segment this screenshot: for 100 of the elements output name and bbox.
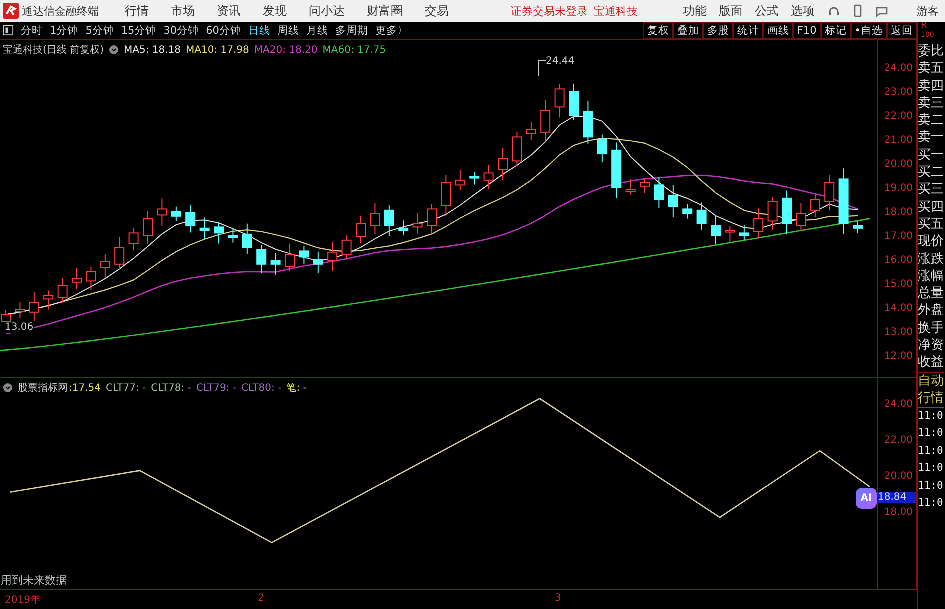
price-axis-label: 22.00 bbox=[884, 111, 913, 122]
price-axis-label: 12.00 bbox=[884, 351, 913, 362]
quote-label: 卖四 bbox=[918, 78, 944, 95]
leader-line bbox=[538, 60, 546, 76]
quote-label: 委比 bbox=[918, 43, 944, 60]
indicator-legend-value: CLT79: - bbox=[196, 382, 237, 394]
price-axis-label: 15.00 bbox=[884, 279, 913, 290]
chart-tool-button[interactable]: 标记 bbox=[820, 22, 851, 39]
period-tab[interactable]: 多周期 bbox=[336, 24, 368, 38]
menu-item[interactable]: 财富圈 bbox=[367, 2, 403, 20]
date-axis-label: 3 bbox=[555, 593, 562, 604]
period-tab[interactable]: 60分钟 bbox=[206, 24, 242, 38]
side-tab[interactable]: 自动 bbox=[918, 372, 944, 390]
date-axis-label: 2 bbox=[258, 593, 264, 604]
period-tab[interactable]: 30分钟 bbox=[164, 24, 200, 38]
stock-name: 宝通科技 bbox=[594, 4, 638, 18]
collapse-icon[interactable] bbox=[108, 45, 119, 55]
quote-label: 换手 bbox=[918, 320, 944, 338]
price-axis-label: 17.00 bbox=[884, 231, 913, 242]
ma-legend-value: MA60: 17.75 bbox=[322, 44, 386, 56]
user-name[interactable]: 游客 bbox=[917, 4, 939, 18]
period-tab[interactable]: 更多〉 bbox=[376, 24, 408, 38]
indicator-legend-value: CLT78: - bbox=[151, 382, 192, 394]
ma-legend-value: MA10: 17.98 bbox=[186, 44, 250, 56]
indicator-axis-label: 20.00 bbox=[884, 471, 913, 482]
menu-item[interactable]: 行情 bbox=[125, 2, 149, 20]
collapse-icon[interactable] bbox=[3, 383, 13, 394]
quote-label: 买三 bbox=[918, 181, 944, 199]
trade-time: 11:0 bbox=[918, 478, 944, 494]
chart-tool-button[interactable]: 返回 bbox=[887, 22, 917, 39]
price-axis-label: 23.00 bbox=[884, 87, 913, 98]
period-tab[interactable]: 日线 bbox=[248, 24, 270, 38]
menu-item[interactable]: 问小达 bbox=[309, 2, 345, 20]
period-tab[interactable]: 5分钟 bbox=[86, 24, 114, 38]
price-axis-label: 24.00 bbox=[884, 63, 913, 74]
future-data-note: 用到未来数据 bbox=[1, 573, 67, 588]
menu-item[interactable]: 市场 bbox=[171, 2, 195, 20]
current-value-tag: 18.84 bbox=[877, 492, 916, 504]
period-tab[interactable]: 1分钟 bbox=[50, 24, 79, 38]
quote-label: 买一 bbox=[918, 146, 944, 164]
menu-item[interactable]: 选项 bbox=[791, 2, 815, 20]
indicator-axis-label: 24.00 bbox=[884, 399, 913, 410]
trade-time: 11:0 bbox=[918, 426, 944, 442]
menu-item[interactable]: 版面 bbox=[719, 2, 743, 20]
quote-label: 净资 bbox=[918, 337, 944, 354]
price-axis-label: 20.00 bbox=[884, 159, 913, 170]
indicator-legend-value: CLT77: - bbox=[106, 382, 146, 394]
chart-tool-button[interactable]: 统计 bbox=[733, 22, 764, 39]
chart-tool-button[interactable]: •自选 bbox=[850, 22, 887, 39]
price-axis-label: 16.00 bbox=[884, 255, 913, 266]
period-tab[interactable]: 月线 bbox=[306, 24, 328, 38]
quote-label: 现价 bbox=[918, 233, 944, 251]
chart-tool-button[interactable]: 叠加 bbox=[673, 22, 704, 39]
menu-item[interactable]: 公式 bbox=[755, 2, 779, 20]
indicator-legend-value: CLT80: - bbox=[242, 382, 282, 394]
ai-button[interactable]: AI bbox=[856, 488, 877, 510]
price-axis-label: 14.00 bbox=[884, 303, 913, 314]
quote-label: 卖一 bbox=[918, 129, 944, 147]
price-axis-label: 18.00 bbox=[884, 207, 913, 218]
low-price-label: 13.06 bbox=[5, 322, 34, 333]
chart-tool-button[interactable]: 多股 bbox=[703, 22, 734, 39]
trade-time: 11:0 bbox=[918, 408, 944, 424]
quote-label: 买五 bbox=[918, 216, 944, 234]
quote-label: 涨跌 bbox=[918, 250, 944, 268]
price-axis-label: 21.00 bbox=[884, 135, 913, 146]
quote-label: 卖五 bbox=[918, 60, 944, 78]
indicator-value: :17.54 bbox=[69, 382, 101, 394]
login-notice: 证券交易未登录 bbox=[511, 4, 588, 18]
menu-item[interactable]: 功能 bbox=[683, 2, 707, 20]
menu-item[interactable]: 交易 bbox=[425, 2, 449, 20]
quote-label: 涨幅 bbox=[918, 268, 944, 286]
period-tab[interactable]: 周线 bbox=[278, 24, 300, 38]
quote-label: 买二 bbox=[918, 164, 944, 182]
date-axis-label: 2019年 bbox=[5, 594, 40, 608]
period-tab[interactable]: 分时 bbox=[21, 24, 43, 38]
trade-time: 11:0 bbox=[918, 461, 944, 476]
price-axis-label: 13.00 bbox=[884, 327, 913, 338]
indicator-legend-value: 笔: - bbox=[286, 382, 307, 396]
menu-item[interactable]: 发现 bbox=[263, 2, 287, 20]
stock-label: 宝通科技(日线 前复权) bbox=[3, 44, 104, 57]
chart-tool-button[interactable]: 复权 bbox=[643, 22, 674, 39]
price-axis-label: 19.00 bbox=[884, 183, 913, 194]
indicator-name: 股票指标网 bbox=[18, 382, 68, 396]
period-tab[interactable]: 15分钟 bbox=[121, 24, 157, 38]
trade-time: 11:0 bbox=[918, 444, 944, 459]
quote-label: 外盘 bbox=[918, 302, 944, 320]
high-price-label: 24.44 bbox=[546, 56, 575, 67]
chart-tool-button[interactable]: 画线 bbox=[763, 22, 794, 39]
panel-toggle-icon[interactable] bbox=[3, 25, 14, 36]
indicator-axis-label: 18.00 bbox=[884, 507, 913, 518]
quote-label: 买四 bbox=[918, 198, 944, 216]
quote-label: 总量 bbox=[918, 285, 944, 302]
side-tab[interactable]: 行情 bbox=[918, 390, 944, 407]
trade-time: 11:0 bbox=[918, 496, 944, 512]
chart-tool-button[interactable]: F10 bbox=[793, 22, 821, 39]
menu-item[interactable]: 资讯 bbox=[217, 2, 241, 20]
ma-legend-value: MA20: 18.20 bbox=[254, 44, 318, 56]
app-logo-icon bbox=[3, 3, 19, 19]
ma-legend-value: MA5: 18.18 bbox=[124, 44, 181, 56]
app-name: 通达信金融终端 bbox=[22, 4, 99, 18]
